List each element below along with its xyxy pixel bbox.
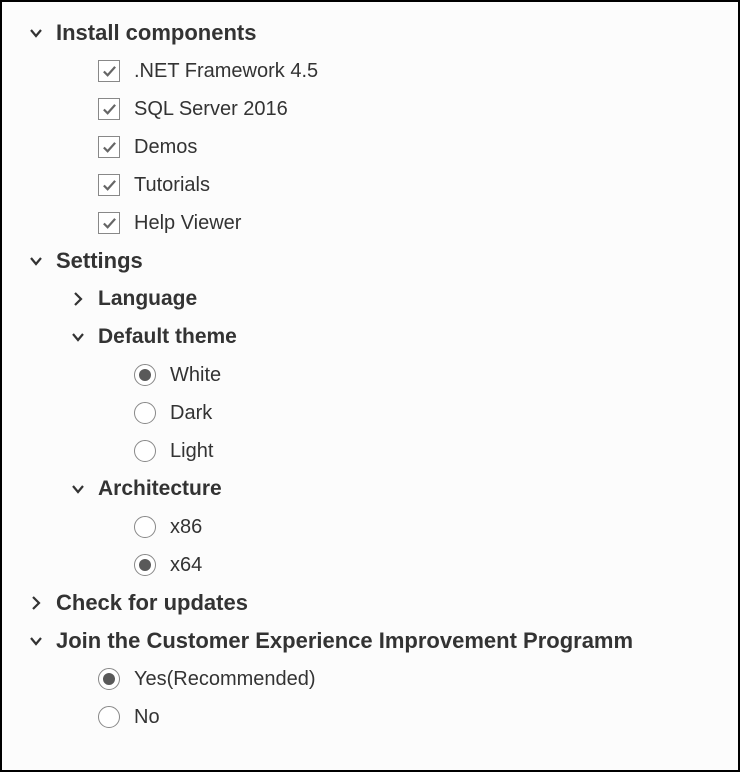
chevron-down-icon: [26, 631, 46, 651]
section-ceip-header[interactable]: Join the Customer Experience Improvement…: [12, 622, 728, 660]
radio-theme-white[interactable]: [134, 364, 156, 386]
chevron-down-icon: [68, 479, 88, 499]
install-item-label: Tutorials: [134, 174, 210, 197]
section-install-header[interactable]: Install components: [12, 14, 728, 52]
radio-ceip-no[interactable]: [98, 706, 120, 728]
theme-option-dark[interactable]: Dark: [12, 394, 728, 432]
ceip-option-yes[interactable]: Yes(Recommended): [12, 660, 728, 698]
radio-arch-x64[interactable]: [134, 554, 156, 576]
ceip-option-label: No: [134, 706, 160, 729]
theme-option-white[interactable]: White: [12, 356, 728, 394]
subsection-theme-label: Default theme: [98, 325, 237, 349]
theme-option-label: Dark: [170, 402, 212, 425]
install-item-label: Demos: [134, 136, 197, 159]
arch-option-x86[interactable]: x86: [12, 508, 728, 546]
chevron-right-icon: [68, 289, 88, 309]
chevron-down-icon: [26, 23, 46, 43]
subsection-architecture-label: Architecture: [98, 477, 222, 501]
checkbox-dotnet[interactable]: [98, 60, 120, 82]
chevron-right-icon: [26, 593, 46, 613]
subsection-architecture-header[interactable]: Architecture: [12, 470, 728, 508]
install-item-tutorials[interactable]: Tutorials: [12, 166, 728, 204]
theme-option-label: White: [170, 364, 221, 387]
ceip-option-label: Yes(Recommended): [134, 668, 316, 691]
chevron-down-icon: [26, 251, 46, 271]
radio-arch-x86[interactable]: [134, 516, 156, 538]
arch-option-label: x64: [170, 554, 202, 577]
section-updates-header[interactable]: Check for updates: [12, 584, 728, 622]
section-updates-label: Check for updates: [56, 590, 248, 616]
arch-option-x64[interactable]: x64: [12, 546, 728, 584]
settings-panel: Install components .NET Framework 4.5 SQ…: [0, 0, 740, 772]
install-item-label: SQL Server 2016: [134, 98, 288, 121]
chevron-down-icon: [68, 327, 88, 347]
checkbox-helpviewer[interactable]: [98, 212, 120, 234]
subsection-language-label: Language: [98, 287, 197, 311]
subsection-language-header[interactable]: Language: [12, 280, 728, 318]
radio-ceip-yes[interactable]: [98, 668, 120, 690]
radio-theme-dark[interactable]: [134, 402, 156, 424]
subsection-theme-header[interactable]: Default theme: [12, 318, 728, 356]
install-item-label: Help Viewer: [134, 212, 241, 235]
install-item-helpviewer[interactable]: Help Viewer: [12, 204, 728, 242]
arch-option-label: x86: [170, 516, 202, 539]
section-ceip-label: Join the Customer Experience Improvement…: [56, 628, 633, 654]
install-item-sqlserver[interactable]: SQL Server 2016: [12, 90, 728, 128]
install-item-demos[interactable]: Demos: [12, 128, 728, 166]
install-item-dotnet[interactable]: .NET Framework 4.5: [12, 52, 728, 90]
theme-option-light[interactable]: Light: [12, 432, 728, 470]
section-settings-label: Settings: [56, 248, 143, 274]
section-install-label: Install components: [56, 20, 256, 46]
checkbox-sqlserver[interactable]: [98, 98, 120, 120]
checkbox-demos[interactable]: [98, 136, 120, 158]
radio-theme-light[interactable]: [134, 440, 156, 462]
theme-option-label: Light: [170, 440, 213, 463]
ceip-option-no[interactable]: No: [12, 698, 728, 736]
install-item-label: .NET Framework 4.5: [134, 60, 318, 83]
checkbox-tutorials[interactable]: [98, 174, 120, 196]
section-settings-header[interactable]: Settings: [12, 242, 728, 280]
